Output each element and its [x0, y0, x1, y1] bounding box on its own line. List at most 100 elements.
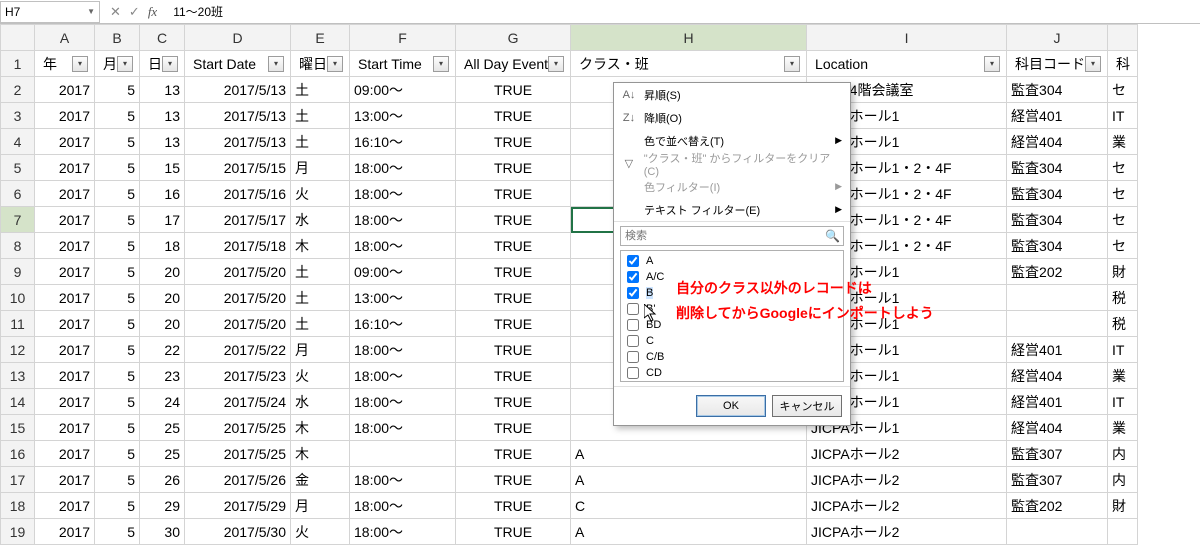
name-box-dropdown-icon[interactable]: ▼ [87, 7, 95, 16]
cell[interactable]: TRUE [456, 389, 571, 415]
filter-check-item[interactable]: A/C [623, 269, 841, 285]
row-header[interactable]: 13 [1, 363, 35, 389]
cell[interactable]: 税 [1108, 285, 1138, 311]
cell[interactable]: 2017 [35, 285, 95, 311]
cell[interactable]: 5 [95, 285, 140, 311]
fx-icon[interactable]: fx [148, 4, 157, 20]
cell[interactable]: 2017 [35, 415, 95, 441]
spreadsheet-grid[interactable]: ABCDEFGHIJ1年▾月▾日▾Start Date▾曜日▾Start Tim… [0, 24, 1138, 545]
cell[interactable]: 5 [95, 415, 140, 441]
cell[interactable]: 月 [291, 493, 350, 519]
cell[interactable]: 監査202 [1007, 493, 1108, 519]
filter-check-item[interactable]: B [623, 285, 841, 301]
cell[interactable] [1007, 285, 1108, 311]
filter-check-item[interactable]: CD [623, 365, 841, 381]
cell[interactable]: A [571, 519, 807, 545]
col-header-G[interactable]: G [456, 25, 571, 51]
col-header-D[interactable]: D [185, 25, 291, 51]
cell[interactable]: 2017 [35, 77, 95, 103]
row-header[interactable]: 18 [1, 493, 35, 519]
row-header[interactable]: 7 [1, 207, 35, 233]
sort-asc-item[interactable]: A↓ 昇順(S) [614, 83, 850, 106]
col-header-J[interactable]: J [1007, 25, 1108, 51]
cell[interactable] [1007, 311, 1108, 337]
cell[interactable]: 業 [1108, 363, 1138, 389]
cell[interactable]: 監査307 [1007, 467, 1108, 493]
cell[interactable]: 月 [291, 155, 350, 181]
cell[interactable]: 5 [95, 519, 140, 545]
sort-desc-item[interactable]: Z↓ 降順(O) [614, 106, 850, 129]
filter-search-input[interactable] [620, 226, 844, 246]
cell[interactable]: 16 [140, 181, 185, 207]
cell[interactable]: 監査304 [1007, 207, 1108, 233]
filter-button[interactable]: ▾ [117, 56, 133, 72]
cell[interactable]: 18:00～ [350, 389, 456, 415]
cell[interactable]: TRUE [456, 493, 571, 519]
header-cell[interactable]: 日▾ [140, 51, 185, 77]
cell[interactable]: 20 [140, 285, 185, 311]
cell[interactable]: 13:00～ [350, 103, 456, 129]
filter-checkbox[interactable] [627, 335, 639, 347]
cell[interactable]: 13 [140, 129, 185, 155]
cell[interactable]: IT [1108, 389, 1138, 415]
col-header-F[interactable]: F [350, 25, 456, 51]
filter-check-item[interactable]: C [623, 333, 841, 349]
cell[interactable]: 2017 [35, 207, 95, 233]
cell[interactable]: 18:00～ [350, 415, 456, 441]
cell[interactable]: 5 [95, 493, 140, 519]
cell[interactable]: TRUE [456, 519, 571, 545]
cell[interactable]: 月 [291, 337, 350, 363]
cell[interactable]: セ [1108, 233, 1138, 259]
cell[interactable]: 火 [291, 181, 350, 207]
cell[interactable]: 5 [95, 467, 140, 493]
header-cell[interactable]: Start Date▾ [185, 51, 291, 77]
cell[interactable]: 2017/5/25 [185, 415, 291, 441]
cell[interactable]: 18:00～ [350, 493, 456, 519]
cell[interactable]: 経営404 [1007, 415, 1108, 441]
filter-button[interactable]: ▾ [548, 56, 564, 72]
cell[interactable]: 土 [291, 311, 350, 337]
cell[interactable]: 火 [291, 363, 350, 389]
cell[interactable]: JICPAホール2 [807, 519, 1007, 545]
cell[interactable]: 26 [140, 467, 185, 493]
cell[interactable]: 2017/5/13 [185, 103, 291, 129]
cell[interactable]: 2017/5/16 [185, 181, 291, 207]
cell[interactable] [350, 441, 456, 467]
cell[interactable]: 13 [140, 77, 185, 103]
cell[interactable]: 金 [291, 467, 350, 493]
cell[interactable]: IT [1108, 103, 1138, 129]
cell[interactable]: 2017/5/17 [185, 207, 291, 233]
row-header[interactable]: 16 [1, 441, 35, 467]
cell[interactable]: 13:00～ [350, 285, 456, 311]
cell[interactable]: 2017 [35, 389, 95, 415]
filter-check-item[interactable]: B' [623, 301, 841, 317]
cell[interactable]: JICPAホール2 [807, 441, 1007, 467]
cell[interactable]: TRUE [456, 77, 571, 103]
cell[interactable]: 5 [95, 311, 140, 337]
cell[interactable]: 2017/5/24 [185, 389, 291, 415]
cell[interactable]: 5 [95, 129, 140, 155]
row-header[interactable]: 5 [1, 155, 35, 181]
col-header-B[interactable]: B [95, 25, 140, 51]
filter-checkbox[interactable] [627, 271, 639, 283]
cell[interactable]: 18:00～ [350, 467, 456, 493]
row-header[interactable]: 9 [1, 259, 35, 285]
cell[interactable]: 2017 [35, 467, 95, 493]
row-header[interactable]: 6 [1, 181, 35, 207]
filter-check-item[interactable]: C/B [623, 349, 841, 365]
cell[interactable]: 2017 [35, 129, 95, 155]
cell[interactable]: 17 [140, 207, 185, 233]
cell[interactable]: 監査304 [1007, 233, 1108, 259]
filter-checkbox[interactable] [627, 287, 639, 299]
cell[interactable]: 2017 [35, 155, 95, 181]
ok-button[interactable]: OK [696, 395, 766, 417]
cell[interactable]: 2017 [35, 233, 95, 259]
cell[interactable]: セ [1108, 77, 1138, 103]
name-box[interactable]: H7 ▼ [0, 1, 100, 23]
cell[interactable]: TRUE [456, 259, 571, 285]
row-header[interactable]: 14 [1, 389, 35, 415]
header-cell[interactable]: 科目コード▾ [1007, 51, 1108, 77]
cell[interactable]: JICPAホール2 [807, 493, 1007, 519]
cell[interactable]: 20 [140, 311, 185, 337]
filter-button[interactable]: ▾ [1085, 56, 1101, 72]
